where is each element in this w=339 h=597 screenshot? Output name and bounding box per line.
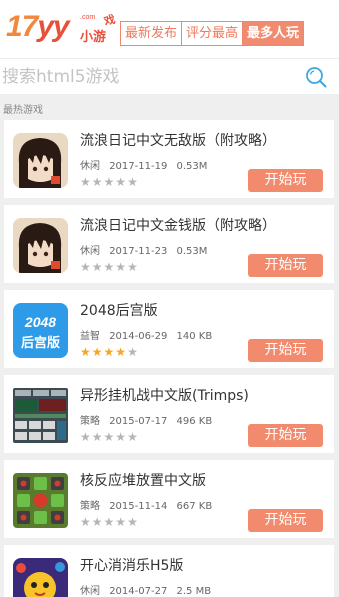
game-category: 策略 — [80, 501, 100, 512]
reactor-icon[interactable] — [13, 473, 68, 528]
game-title[interactable]: 异形挂机战中文版(Trimps) — [80, 385, 249, 405]
rating-stars: ★ ★ ★ ★ ★ — [80, 261, 138, 273]
game-meta: 益智 2014-06-29 140 KB — [80, 327, 218, 342]
rating-stars: ★ ★ ★ ★ ★ — [80, 516, 138, 528]
list-item[interactable]: 开心消消乐H5版 休闲 2014-07-27 2.5 MB — [4, 545, 334, 597]
search-bar — [0, 58, 339, 94]
logo-number: 17 — [6, 10, 38, 43]
logo-yy: yy — [37, 10, 69, 43]
game-category: 休闲 — [80, 586, 100, 597]
game-meta: 策略 2015-07-17 496 KB — [80, 412, 218, 427]
play-button[interactable]: 开始玩 — [248, 424, 323, 447]
search-input[interactable] — [2, 63, 292, 91]
star-icon: ★ — [103, 260, 115, 274]
game-date: 2017-11-23 — [109, 246, 168, 257]
list-item[interactable]: 2048 后宫版 2048后宫版 益智 2014-06-29 140 KB ★ ★… — [4, 290, 334, 368]
list-item[interactable]: 流浪日记中文金钱版（附攻略） 休闲 2017-11-23 0.53M ★ ★ ★ ★ ★… — [4, 205, 334, 283]
game-category: 益智 — [80, 331, 100, 342]
star-icon: ★ — [115, 175, 127, 189]
game-size: 2.5 MB — [176, 586, 212, 597]
icon-text-harem: 后宫版 — [21, 335, 60, 351]
game-date: 2017-11-19 — [109, 161, 168, 172]
icon-text-2048: 2048 — [24, 314, 56, 330]
star-icon: ★ — [91, 515, 103, 529]
game-size: 0.53M — [176, 161, 208, 172]
star-icon: ★ — [127, 430, 138, 444]
game-date: 2015-07-17 — [109, 416, 168, 427]
game-title[interactable]: 2048后宫版 — [80, 300, 158, 320]
sort-tabs: 最新发布 评分最高 最多人玩 — [120, 21, 305, 46]
logo-wordmark: 17yy — [6, 10, 70, 43]
game-size: 140 KB — [176, 331, 213, 342]
star-icon: ★ — [115, 430, 127, 444]
game-category: 休闲 — [80, 161, 100, 172]
logo-text: 小游 — [80, 30, 107, 45]
game-title[interactable]: 流浪日记中文无敌版（附攻略） — [80, 130, 276, 150]
match-three-icon[interactable] — [13, 558, 68, 597]
game-meta: 休闲 2017-11-23 0.53M — [80, 242, 213, 257]
star-icon: ★ — [103, 430, 115, 444]
section-title: 最热游戏 — [3, 105, 43, 116]
star-icon: ★ — [91, 175, 103, 189]
game-size: 0.53M — [176, 246, 208, 257]
play-button[interactable]: 开始玩 — [248, 169, 323, 192]
star-icon: ★ — [103, 515, 115, 529]
game-meta: 休闲 2017-11-19 0.53M — [80, 157, 213, 172]
header: 17yy .com 小游 戏 最新发布 评分最高 最多人玩 — [0, 0, 339, 58]
rating-stars: ★ ★ ★ ★ ★ — [80, 346, 138, 358]
game-category: 休闲 — [80, 246, 100, 257]
list-item[interactable]: 流浪日记中文无敌版（附攻略） 休闲 2017-11-19 0.53M ★ ★ ★ ★ ★… — [4, 120, 334, 198]
game-size: 667 KB — [176, 501, 213, 512]
game-category: 策略 — [80, 416, 100, 427]
list-item[interactable]: 异形挂机战中文版(Trimps) 策略 2015-07-17 496 KB ★ ★… — [4, 375, 334, 453]
2048-harem-icon[interactable]: 2048 后宫版 — [13, 303, 68, 358]
star-icon: ★ — [127, 260, 138, 274]
game-date: 2015-11-14 — [109, 501, 168, 512]
star-icon: ★ — [115, 345, 127, 359]
rating-stars: ★ ★ ★ ★ ★ — [80, 176, 138, 188]
game-meta: 休闲 2014-07-27 2.5 MB — [80, 582, 217, 597]
star-icon: ★ — [127, 515, 138, 529]
play-button[interactable]: 开始玩 — [248, 339, 323, 362]
site-logo[interactable]: 17yy .com 小游 戏 — [6, 8, 117, 48]
anime-character-icon[interactable] — [13, 218, 68, 273]
tab-most-played[interactable]: 最多人玩 — [243, 22, 304, 45]
star-icon: ★ — [103, 345, 115, 359]
trimps-icon[interactable] — [13, 388, 68, 443]
anime-character-icon[interactable] — [13, 133, 68, 188]
tab-top-rated[interactable]: 评分最高 — [182, 22, 244, 45]
list-item[interactable]: 核反应堆放置中文版 策略 2015-11-14 667 KB ★ ★ ★ ★ ★ 开始玩 — [4, 460, 334, 538]
tab-newest[interactable]: 最新发布 — [121, 22, 183, 45]
star-icon: ★ — [80, 430, 91, 444]
star-icon: ★ — [127, 345, 138, 359]
play-button[interactable]: 开始玩 — [248, 509, 323, 532]
star-icon: ★ — [91, 260, 103, 274]
star-icon: ★ — [80, 345, 91, 359]
star-icon: ★ — [91, 345, 103, 359]
star-icon: ★ — [127, 175, 138, 189]
game-title[interactable]: 流浪日记中文金钱版（附攻略） — [80, 215, 276, 235]
game-title[interactable]: 核反应堆放置中文版 — [80, 470, 206, 490]
logo-dotcom: .com — [80, 14, 96, 21]
search-icon[interactable] — [304, 65, 328, 89]
star-icon: ★ — [80, 260, 91, 274]
star-icon: ★ — [80, 175, 91, 189]
game-date: 2014-06-29 — [109, 331, 168, 342]
game-size: 496 KB — [176, 416, 213, 427]
star-icon: ★ — [80, 515, 91, 529]
game-date: 2014-07-27 — [109, 586, 168, 597]
game-meta: 策略 2015-11-14 667 KB — [80, 497, 218, 512]
star-icon: ★ — [115, 515, 127, 529]
play-button[interactable]: 开始玩 — [248, 254, 323, 277]
game-title[interactable]: 开心消消乐H5版 — [80, 555, 183, 575]
star-icon: ★ — [115, 260, 127, 274]
star-icon: ★ — [91, 430, 103, 444]
rating-stars: ★ ★ ★ ★ ★ — [80, 431, 138, 443]
star-icon: ★ — [103, 175, 115, 189]
